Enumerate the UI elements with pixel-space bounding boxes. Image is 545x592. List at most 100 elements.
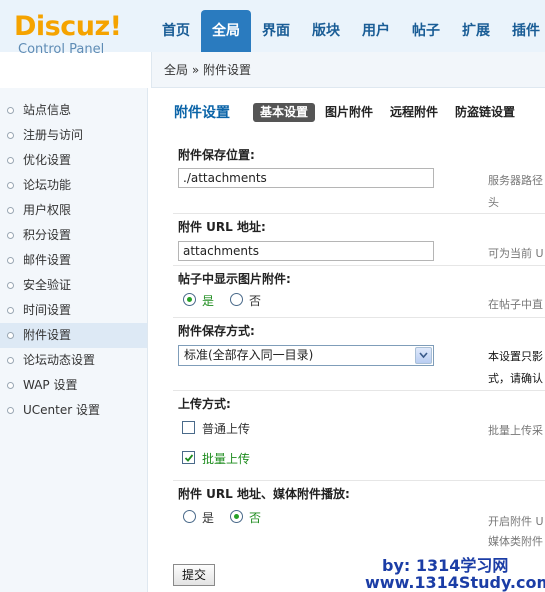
radio-label-no: 否 [249, 511, 262, 525]
setting-upload-mode: 上传方式: 普通上传 批量上传 批量上传采 [173, 391, 545, 481]
chevron-down-icon[interactable] [415, 347, 432, 364]
sidebar-item-label: UCenter 设置 [23, 403, 100, 417]
setting-hint: 式，请确认 [488, 372, 543, 385]
media-play-yes-radio[interactable] [183, 510, 196, 523]
breadcrumb-bar: 全局 » 附件设置 [151, 52, 545, 88]
nav-tab-extended[interactable]: 扩展 [451, 10, 501, 52]
tab-remote-attachments[interactable]: 远程附件 [383, 103, 445, 122]
setting-media-play: 附件 URL 地址、媒体附件播放: 是 否 开启附件 U 媒体类附件 [173, 481, 545, 553]
page-title: 附件设置 [174, 105, 230, 121]
sidebar-item-time[interactable]: 时间设置 [0, 298, 147, 323]
setting-label: 帖子中显示图片附件: [178, 272, 291, 286]
bullet-icon [7, 232, 14, 239]
header: Discuz! Control Panel 首页 全局 界面 版块 用户 帖子 … [0, 0, 545, 58]
sidebar-item-site-info[interactable]: 站点信息 [0, 98, 147, 123]
bullet-icon [7, 332, 14, 339]
tab-hotlink-protection[interactable]: 防盗链设置 [448, 103, 522, 122]
checkmark-icon [184, 454, 194, 462]
sidebar-item-credits[interactable]: 积分设置 [0, 223, 147, 248]
setting-label: 附件 URL 地址、媒体附件播放: [178, 487, 350, 501]
sidebar-item-label: 注册与访问 [23, 128, 84, 142]
save-mode-select[interactable]: 标准(全部存入同一目录) [178, 345, 434, 366]
nav-tab-home[interactable]: 首页 [151, 10, 201, 52]
sidebar-item-mail[interactable]: 邮件设置 [0, 248, 147, 273]
radio-label-no: 否 [249, 294, 262, 308]
setting-hint: 可为当前 U [488, 247, 544, 260]
nav-tab-users[interactable]: 用户 [351, 10, 401, 52]
top-nav: 首页 全局 界面 版块 用户 帖子 扩展 插件 [151, 10, 545, 52]
nav-tab-plugins[interactable]: 插件 [501, 10, 545, 52]
sidebar-item-feed[interactable]: 论坛动态设置 [0, 348, 147, 373]
select-value: 标准(全部存入同一目录) [184, 348, 314, 362]
radio-label-yes: 是 [202, 294, 215, 308]
sidebar-item-label: 论坛功能 [23, 178, 72, 192]
sidebar: 站点信息 注册与访问 优化设置 论坛功能 用户权限 积分设置 邮件设置 安全验证… [0, 88, 148, 592]
setting-hint: 在帖子中直 [488, 298, 543, 311]
setting-label: 附件 URL 地址: [178, 220, 266, 234]
sidebar-item-label: 论坛动态设置 [23, 353, 96, 367]
breadcrumb: 全局 » 附件设置 [164, 63, 251, 77]
bullet-icon [7, 157, 14, 164]
setting-hint: 本设置只影 [488, 350, 543, 363]
sidebar-item-label: WAP 设置 [23, 378, 78, 392]
bullet-icon [7, 282, 14, 289]
logo-subtitle: Control Panel [18, 42, 105, 57]
media-play-no-radio[interactable] [230, 510, 243, 523]
sidebar-item-label: 积分设置 [23, 228, 72, 242]
radio-label-yes: 是 [202, 511, 215, 525]
bullet-icon [7, 107, 14, 114]
setting-show-images: 帖子中显示图片附件: 是 否 在帖子中直 [173, 266, 545, 318]
sidebar-item-label: 站点信息 [23, 103, 72, 117]
nav-tab-global[interactable]: 全局 [201, 10, 251, 52]
checkbox-label-normal: 普通上传 [202, 422, 251, 436]
settings-tabs: 基本设置 图片附件 远程附件 防盗链设置 [253, 103, 525, 122]
sidebar-item-security[interactable]: 安全验证 [0, 273, 147, 298]
setting-hint: 开启附件 U [488, 515, 544, 528]
sidebar-item-register[interactable]: 注册与访问 [0, 123, 147, 148]
checkbox-label-batch: 批量上传 [202, 452, 251, 466]
setting-url: 附件 URL 地址: 可为当前 U [173, 214, 545, 266]
show-images-yes-radio[interactable] [183, 293, 196, 306]
tab-image-attachments[interactable]: 图片附件 [318, 103, 380, 122]
sidebar-item-label: 安全验证 [23, 278, 72, 292]
setting-hint: 批量上传采 [488, 424, 543, 437]
bullet-icon [7, 182, 14, 189]
bullet-icon [7, 257, 14, 264]
setting-save-path: 附件保存位置: 服务器路径 头 [173, 142, 545, 214]
nav-tab-forums[interactable]: 版块 [301, 10, 351, 52]
bullet-icon [7, 382, 14, 389]
bullet-icon [7, 307, 14, 314]
submit-button[interactable]: 提交 [173, 564, 215, 586]
watermark-line2: www.1314Study.com [365, 573, 545, 592]
normal-upload-checkbox[interactable] [182, 421, 195, 434]
sidebar-item-ucenter[interactable]: UCenter 设置 [0, 398, 147, 423]
batch-upload-checkbox[interactable] [182, 451, 195, 464]
bullet-icon [7, 357, 14, 364]
bullet-icon [7, 132, 14, 139]
sidebar-item-label: 用户权限 [23, 203, 72, 217]
nav-tab-posts[interactable]: 帖子 [401, 10, 451, 52]
sidebar-item-label: 邮件设置 [23, 253, 72, 267]
setting-hint: 头 [488, 196, 499, 209]
sidebar-item-permissions[interactable]: 用户权限 [0, 198, 147, 223]
sidebar-item-label: 时间设置 [23, 303, 72, 317]
setting-save-mode: 附件保存方式: 标准(全部存入同一目录) 本设置只影 式，请确认 [173, 318, 545, 391]
show-images-no-radio[interactable] [230, 293, 243, 306]
sidebar-item-label: 附件设置 [23, 328, 72, 342]
sidebar-item-wap[interactable]: WAP 设置 [0, 373, 147, 398]
logo[interactable]: Discuz! Control Panel [14, 11, 154, 58]
attachment-url-input[interactable] [178, 241, 434, 261]
sidebar-item-attachments[interactable]: 附件设置 [0, 323, 147, 348]
bullet-icon [7, 207, 14, 214]
sidebar-item-label: 优化设置 [23, 153, 72, 167]
logo-brand: Discuz! [14, 11, 122, 42]
bullet-icon [7, 407, 14, 414]
setting-label: 附件保存方式: [178, 324, 255, 338]
tab-basic[interactable]: 基本设置 [253, 103, 316, 122]
sidebar-item-optimize[interactable]: 优化设置 [0, 148, 147, 173]
setting-label: 附件保存位置: [178, 148, 255, 162]
nav-tab-style[interactable]: 界面 [251, 10, 301, 52]
save-path-input[interactable] [178, 168, 434, 188]
setting-label: 上传方式: [178, 397, 231, 411]
sidebar-item-forum-functions[interactable]: 论坛功能 [0, 173, 147, 198]
